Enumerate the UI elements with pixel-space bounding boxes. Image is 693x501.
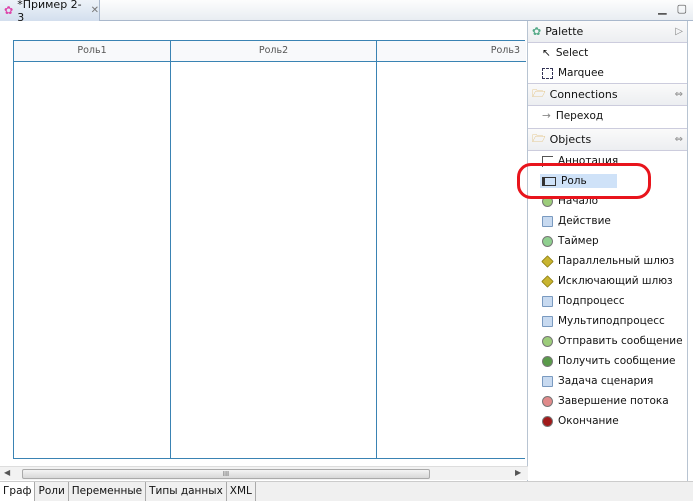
drawer-title: Connections (549, 88, 618, 101)
item-label: Отправить сообщение (558, 335, 683, 347)
scroll-thumb[interactable]: III (22, 469, 430, 479)
item-label: Роль (561, 175, 587, 187)
receive-message-icon (542, 355, 553, 367)
parallel-gateway-icon (541, 254, 554, 268)
palette-item[interactable]: Таймер (528, 231, 687, 251)
palette-item[interactable]: Завершение потока (528, 391, 687, 411)
lane-header[interactable]: Роль2 (171, 41, 376, 62)
palette-item[interactable]: Окончание (528, 411, 687, 431)
item-label: Задача сценария (558, 375, 654, 387)
item-label: Мультиподпроцесс (558, 315, 665, 327)
folder-icon: 🗁 (532, 132, 546, 145)
annotation-icon (542, 155, 553, 167)
item-label: Аннотация (558, 155, 619, 167)
page-tabs: Граф Роли Переменные Типы данных XML (0, 481, 693, 501)
item-label: Исключающий шлюз (558, 275, 673, 287)
page-tab[interactable]: Граф (0, 482, 36, 501)
palette-item[interactable]: Подпроцесс (528, 291, 687, 311)
maximize-icon[interactable]: ▢ (677, 2, 687, 15)
pin-icon[interactable]: ⇔ (675, 134, 683, 145)
page-tab[interactable]: Роли (35, 482, 69, 501)
multi-subprocess-icon (542, 315, 553, 327)
exclusive-gateway-icon (541, 274, 554, 288)
item-label: Параллельный шлюз (558, 255, 675, 267)
timer-icon (542, 235, 553, 247)
collapse-palette-icon[interactable]: ▷ (675, 26, 683, 37)
send-message-icon (542, 335, 553, 347)
palette-item-transition[interactable]: → Переход (528, 106, 687, 126)
item-label: Окончание (558, 415, 619, 427)
palette-item[interactable]: Действие (528, 211, 687, 231)
editor-tab-title: *Пример 2-3 (17, 0, 82, 24)
script-task-icon (542, 375, 553, 387)
lane-header[interactable]: Роль3 (377, 41, 526, 62)
start-event-icon (542, 195, 553, 207)
page-tab[interactable]: XML (227, 482, 256, 501)
horizontal-scrollbar[interactable]: ◀ III ▶ (0, 466, 528, 480)
palette: ✿ Palette ▷ ↖ Select Marquee 🗁 Connections ⇔ … (528, 21, 688, 481)
tool-label: Marquee (558, 67, 604, 79)
folder-icon: 🗁 (532, 87, 546, 100)
lane-header[interactable]: Роль1 (14, 41, 170, 62)
scroll-left-icon[interactable]: ◀ (4, 468, 10, 477)
minimize-icon[interactable]: ▁ (658, 2, 666, 15)
palette-tool-marquee[interactable]: Marquee (528, 63, 687, 83)
palette-tool-select[interactable]: ↖ Select (528, 43, 687, 63)
marquee-icon (542, 67, 553, 79)
item-label: Получить сообщение (558, 355, 676, 367)
palette-item[interactable]: Аннотация (528, 151, 687, 171)
editor-tab[interactable]: ✿ *Пример 2-3 ✕ (0, 0, 100, 24)
drawer-connections[interactable]: 🗁 Connections ⇔ (528, 84, 687, 106)
lane[interactable]: Роль3 (377, 41, 526, 458)
palette-item[interactable]: Параллельный шлюз (528, 251, 687, 271)
editor-tab-bar: ✿ *Пример 2-3 ✕ ▁ ▢ (0, 0, 693, 24)
palette-icon: ✿ (532, 25, 542, 38)
palette-item[interactable]: Получить сообщение (528, 351, 687, 371)
process-icon: ✿ (4, 4, 14, 17)
page-tab[interactable]: Типы данных (146, 482, 227, 501)
subprocess-icon (542, 295, 553, 307)
palette-title: Palette (545, 25, 584, 38)
lane-icon (542, 176, 556, 186)
scroll-right-icon[interactable]: ▶ (515, 468, 521, 477)
close-icon[interactable]: ✕ (91, 5, 99, 16)
tool-label: Select (555, 47, 589, 59)
palette-item[interactable]: Начало (528, 191, 687, 211)
pool[interactable]: Роль1 Роль2 Роль3 (13, 40, 526, 459)
drawer-title: Objects (549, 133, 592, 146)
palette-item[interactable]: Роль (528, 171, 687, 191)
lane[interactable]: Роль1 (14, 41, 171, 458)
arrow-right-icon: → (542, 110, 551, 122)
diagram-canvas[interactable]: Роль1 Роль2 Роль3 ◀ III ▶ (0, 21, 528, 481)
page-tab[interactable]: Переменные (69, 482, 147, 501)
item-label: Начало (558, 195, 599, 207)
palette-item[interactable]: Исключающий шлюз (528, 271, 687, 291)
item-label: Таймер (558, 235, 599, 247)
item-label: Действие (558, 215, 611, 227)
palette-header[interactable]: ✿ Palette ▷ (528, 21, 687, 43)
item-label: Завершение потока (558, 395, 669, 407)
pin-icon[interactable]: ⇔ (675, 89, 683, 100)
item-label: Подпроцесс (558, 295, 625, 307)
end-event-icon (542, 415, 553, 427)
palette-item[interactable]: Задача сценария (528, 371, 687, 391)
palette-item[interactable]: Мультиподпроцесс (528, 311, 687, 331)
arrow-cursor-icon: ↖ (542, 47, 551, 59)
item-label: Переход (555, 110, 604, 122)
lane[interactable]: Роль2 (171, 41, 377, 458)
drawer-objects[interactable]: 🗁 Objects ⇔ (528, 129, 687, 151)
terminate-flow-icon (542, 395, 553, 407)
palette-item[interactable]: Отправить сообщение (528, 331, 687, 351)
task-icon (542, 215, 553, 227)
